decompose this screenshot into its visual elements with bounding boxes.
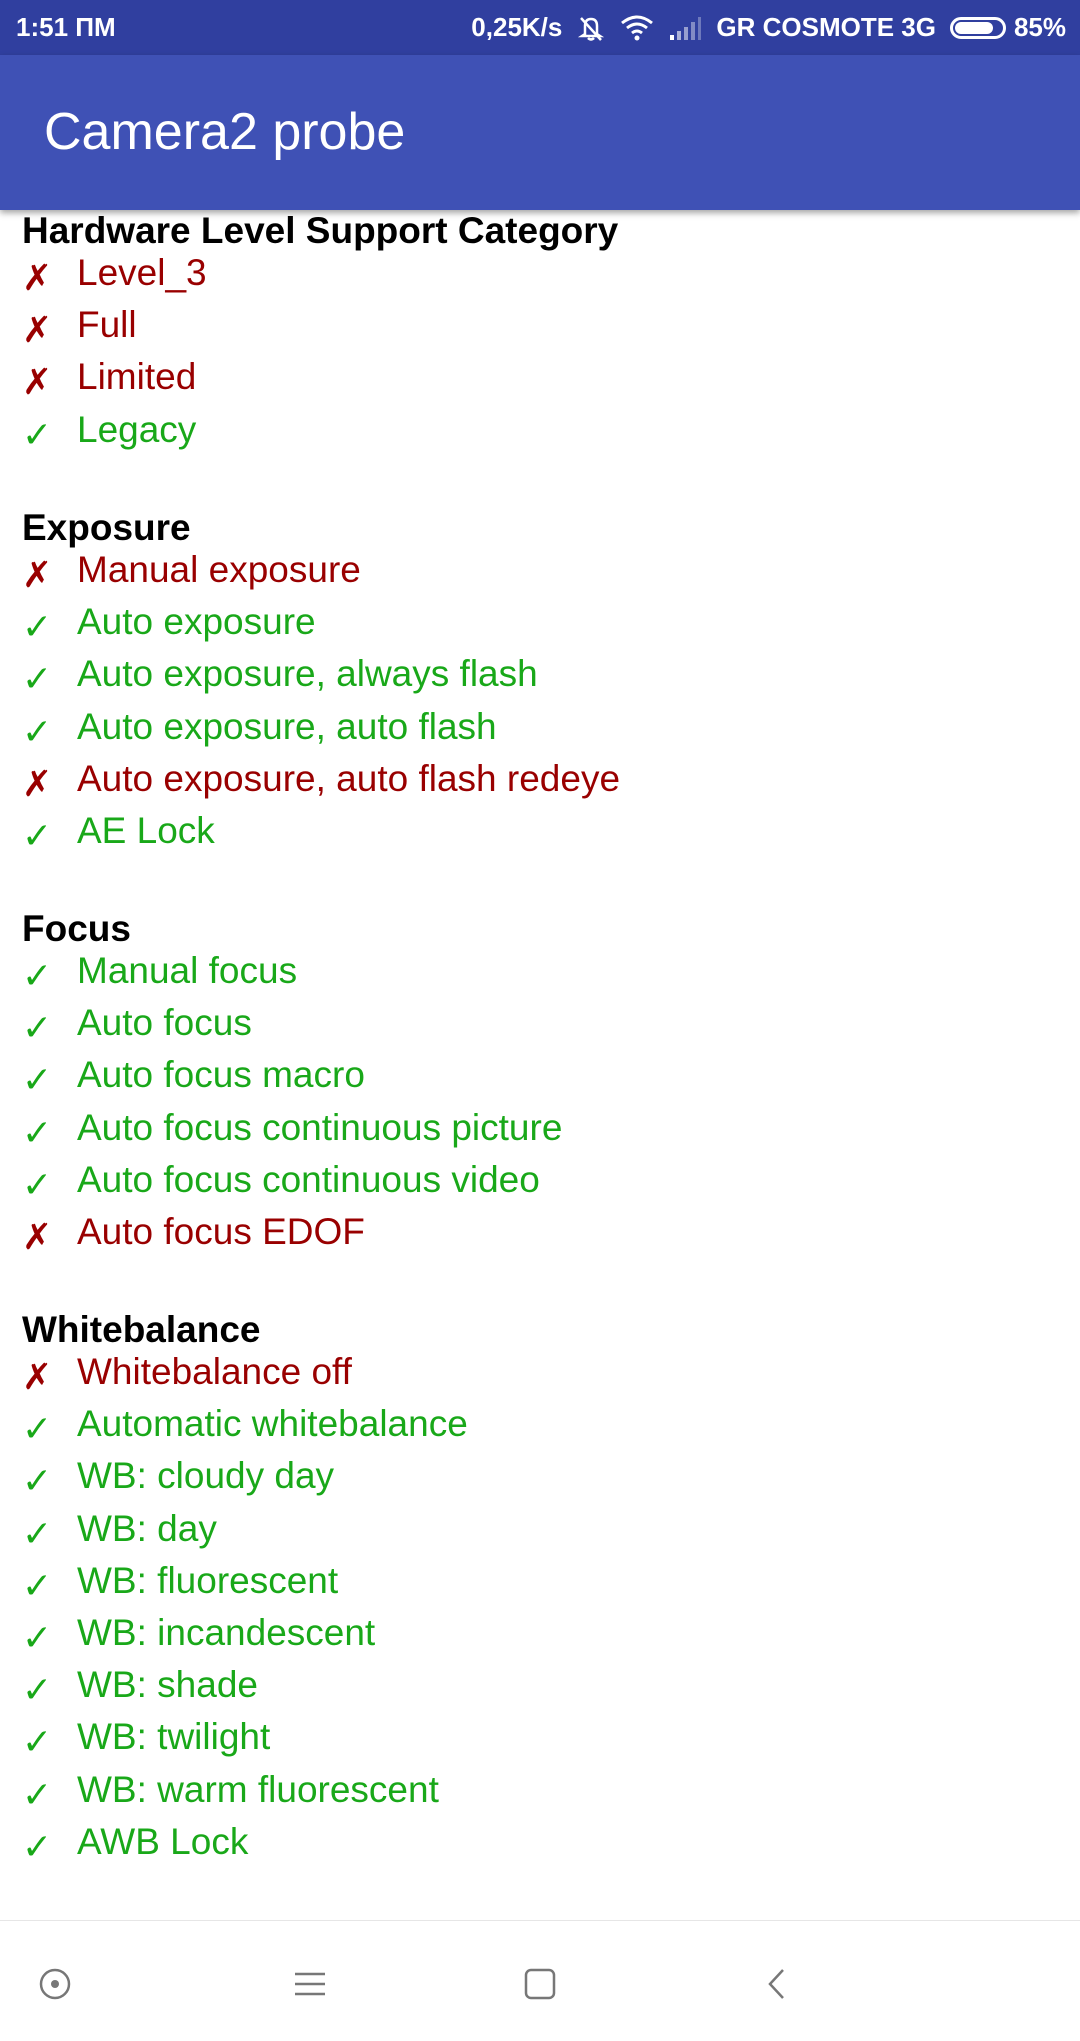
navigation-bar	[0, 1920, 1080, 2041]
capability-label: Legacy	[77, 408, 197, 450]
check-icon: ✓	[22, 1060, 53, 1102]
check-icon: ✓	[22, 1008, 53, 1050]
section-title: Focus	[22, 908, 131, 949]
capability-label: Auto focus continuous video	[77, 1158, 540, 1200]
capability-label: Automatic whitebalance	[77, 1403, 468, 1445]
capability-label: Manual exposure	[77, 549, 361, 590]
battery-indicator: 85%	[949, 12, 1066, 43]
battery-percent: 85%	[1013, 12, 1066, 42]
back-button[interactable]	[752, 1959, 802, 2009]
app-title: Camera2 probe	[44, 103, 406, 161]
muted-bell-icon	[576, 13, 606, 43]
cross-icon: ✗	[22, 763, 53, 805]
assistant-button[interactable]	[30, 1959, 80, 2009]
check-icon: ✓	[22, 1565, 53, 1607]
check-icon: ✓	[22, 1409, 53, 1451]
capability-label: Auto exposure, auto flash redeye	[77, 757, 621, 799]
capability-label: Auto focus	[77, 1002, 252, 1044]
capability-label: Full	[77, 304, 137, 346]
capability-label: Auto exposure, always flash	[77, 653, 538, 695]
status-time: 1:51 ΠΜ	[16, 12, 116, 42]
capability-label: WB: cloudy day	[77, 1455, 335, 1497]
wifi-icon	[620, 14, 654, 42]
check-icon: ✓	[22, 1618, 53, 1659]
check-icon: ✓	[22, 607, 53, 649]
check-icon: ✓	[22, 1461, 53, 1503]
capability-label: AE Lock	[77, 810, 215, 851]
capability-label: Limited	[77, 356, 197, 398]
capability-label: Auto exposure, auto flash	[77, 705, 497, 747]
cross-icon: ✗	[22, 258, 53, 299]
section-title: Hardware Level Support Category	[22, 210, 619, 251]
check-icon: ✓	[22, 711, 53, 753]
capability-label: WB: incandescent	[77, 1612, 376, 1653]
cross-icon: ✗	[22, 310, 53, 352]
check-icon: ✓	[22, 1774, 53, 1816]
capability-label: Auto focus EDOF	[77, 1211, 365, 1252]
cross-icon: ✗	[22, 1217, 53, 1258]
cross-icon: ✗	[22, 555, 53, 596]
menu-button[interactable]	[285, 1959, 335, 2009]
network-speed: 0,25K/s	[471, 12, 563, 42]
home-square-icon	[524, 1968, 556, 2000]
capability-label: Whitebalance off	[77, 1351, 352, 1392]
capability-label: AWB Lock	[77, 1820, 249, 1862]
check-icon: ✓	[22, 1722, 53, 1764]
capability-label: Auto focus macro	[77, 1054, 365, 1096]
carrier-name: GR COSMOTE 3G	[716, 12, 936, 42]
cross-icon: ✗	[22, 1357, 53, 1398]
capability-label: Manual focus	[77, 950, 298, 991]
check-icon: ✓	[22, 1670, 53, 1712]
section-title: Whitebalance	[22, 1309, 261, 1350]
home-button[interactable]	[515, 1959, 565, 2009]
capability-label: WB: twilight	[77, 1716, 271, 1758]
signal-icon	[668, 15, 702, 41]
capability-label: WB: fluorescent	[77, 1559, 339, 1601]
battery-icon	[949, 16, 1006, 39]
section-title: Exposure	[22, 507, 191, 548]
check-icon: ✓	[22, 816, 53, 857]
check-icon: ✓	[22, 414, 53, 456]
menu-icon	[295, 1972, 325, 1996]
app-bar: Camera2 probe	[0, 55, 1080, 210]
capability-label: WB: shade	[77, 1664, 258, 1706]
check-icon: ✓	[22, 1112, 53, 1154]
check-icon: ✓	[22, 1164, 53, 1206]
check-icon: ✓	[22, 1513, 53, 1555]
check-icon: ✓	[22, 956, 53, 997]
capability-label: WB: warm fluorescent	[77, 1768, 439, 1810]
status-bar: 1:51 ΠΜ 0,25K/s GR COSMOTE 3G 85%	[0, 0, 1080, 55]
check-icon: ✓	[22, 1826, 53, 1868]
capability-label: WB: day	[77, 1507, 217, 1549]
check-icon: ✓	[22, 659, 53, 701]
capability-label: Level_3	[77, 252, 207, 293]
capability-label: Auto focus continuous picture	[77, 1106, 563, 1148]
back-chevron-icon	[768, 1969, 784, 1999]
assistant-icon	[39, 1968, 71, 2000]
capability-label: Auto exposure	[77, 601, 316, 643]
cross-icon: ✗	[22, 362, 53, 404]
